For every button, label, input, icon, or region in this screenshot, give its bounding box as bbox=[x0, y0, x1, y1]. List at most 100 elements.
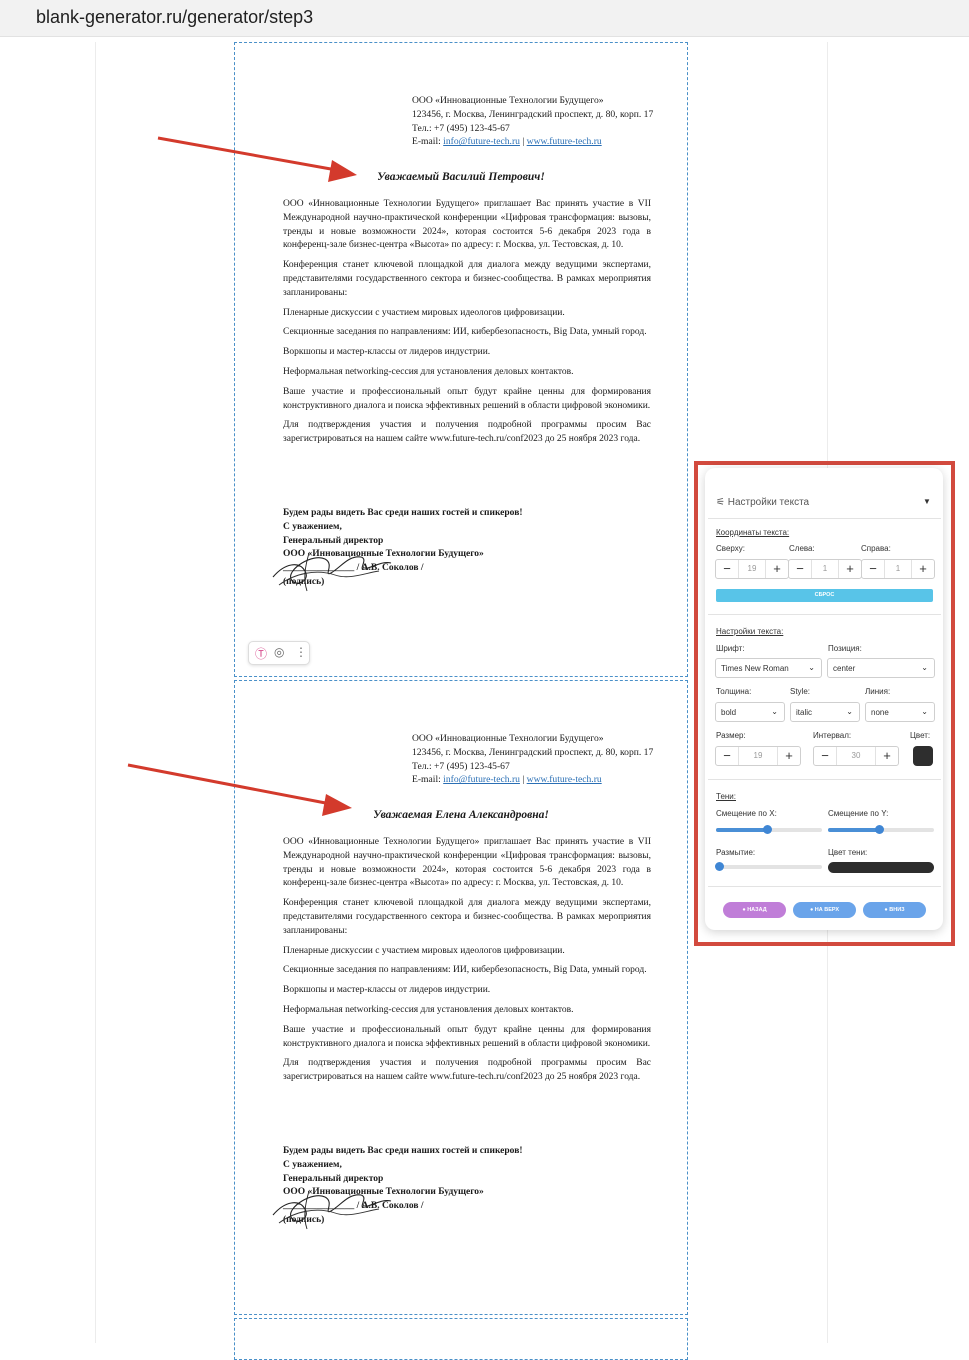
slider-handle[interactable] bbox=[763, 825, 772, 834]
blur-slider[interactable] bbox=[715, 862, 822, 871]
plus-icon[interactable]: + bbox=[876, 747, 898, 765]
greeting[interactable]: Уважаемый Василий Петрович! bbox=[235, 171, 687, 183]
interval-value[interactable]: 30 bbox=[836, 747, 876, 765]
move-up-button[interactable]: ● НА ВЕРХ bbox=[793, 902, 856, 918]
move-down-button[interactable]: ● ВНИЗ bbox=[863, 902, 926, 918]
font-select[interactable]: Times New Roman ⌄ bbox=[715, 658, 822, 678]
body-paragraph: Секционные заседания по направлениям: ИИ… bbox=[283, 965, 647, 976]
panel-title[interactable]: ⚟ Настройки текста bbox=[716, 497, 809, 508]
company-email-line: E-mail: info@future-tech.ru | www.future… bbox=[412, 135, 682, 149]
chevron-down-icon: ⌄ bbox=[846, 707, 853, 716]
minus-icon[interactable]: − bbox=[814, 747, 836, 765]
right-stepper: − 1 + bbox=[861, 559, 935, 579]
link-separator: | bbox=[519, 136, 527, 148]
signature-image bbox=[272, 1190, 392, 1230]
shadows-title: Тени: bbox=[716, 792, 736, 801]
body-paragraph: Конференция станет ключевой площадкой дл… bbox=[283, 898, 651, 936]
weight-value: bold bbox=[721, 708, 737, 717]
text-color-swatch[interactable] bbox=[913, 746, 933, 766]
letter-sheet[interactable] bbox=[234, 1318, 688, 1360]
plus-icon[interactable]: + bbox=[912, 560, 934, 578]
letter-header: ООО «Инновационные Технологии Будущего» … bbox=[412, 94, 682, 149]
more-icon[interactable]: ⋮ bbox=[295, 645, 307, 659]
chevron-down-icon: ⌄ bbox=[771, 707, 778, 716]
reset-button[interactable]: СБРОС bbox=[716, 589, 933, 602]
body-paragraph: Воркшопы и мастер-классы от лидеров инду… bbox=[283, 347, 491, 358]
down-label: ВНИЗ bbox=[889, 907, 905, 913]
back-label: НАЗАД bbox=[747, 907, 767, 913]
slider-handle[interactable] bbox=[715, 862, 724, 871]
plus-icon[interactable]: + bbox=[839, 560, 861, 578]
left-value[interactable]: 1 bbox=[811, 560, 839, 578]
top-stepper: − 19 + bbox=[715, 559, 789, 579]
blur-label: Размытие: bbox=[716, 848, 756, 857]
plus-icon[interactable]: + bbox=[766, 560, 788, 578]
text-icon[interactable]: Ⓣ bbox=[255, 645, 267, 662]
website-link[interactable]: www.future-tech.ru bbox=[527, 774, 602, 785]
letter-sheet[interactable]: ООО «Инновационные Технологии Будущего» … bbox=[234, 42, 688, 677]
size-label: Размер: bbox=[716, 731, 746, 740]
body-paragraph: Неформальная networking-сессия для устан… bbox=[283, 1004, 574, 1015]
size-value[interactable]: 19 bbox=[738, 747, 778, 765]
sliders-icon: ⚟ bbox=[716, 497, 728, 508]
minus-icon[interactable]: − bbox=[716, 747, 738, 765]
style-select[interactable]: italic ⌄ bbox=[790, 702, 860, 722]
letter-sheet[interactable]: ООО «Инновационные Технологии Будущего» … bbox=[234, 680, 688, 1315]
divider bbox=[708, 886, 941, 887]
plus-icon[interactable]: + bbox=[778, 747, 800, 765]
weight-select[interactable]: bold ⌄ bbox=[715, 702, 785, 722]
divider bbox=[708, 614, 941, 615]
text-settings-panel: ⚟ Настройки текста ▼ Координаты текста: … bbox=[705, 468, 943, 930]
email-link[interactable]: info@future-tech.ru bbox=[443, 136, 520, 147]
shift-y-slider[interactable] bbox=[828, 825, 934, 834]
slider-handle[interactable] bbox=[875, 825, 884, 834]
signature-image bbox=[272, 552, 392, 592]
minus-icon[interactable]: − bbox=[789, 560, 811, 578]
top-label: Сверху: bbox=[716, 544, 745, 553]
interval-stepper: − 30 + bbox=[813, 746, 899, 766]
body-paragraph: ООО «Инновационные Технологии Будущего» … bbox=[283, 199, 651, 251]
body-paragraph: Пленарные дискуссии с участием мировых и… bbox=[283, 945, 565, 956]
position-select[interactable]: center ⌄ bbox=[827, 658, 935, 678]
divider bbox=[708, 518, 941, 519]
body-paragraph: Секционные заседания по направлениям: ИИ… bbox=[283, 327, 647, 338]
shift-x-slider[interactable] bbox=[716, 825, 822, 834]
email-link[interactable]: info@future-tech.ru bbox=[443, 774, 520, 785]
email-label: E-mail: bbox=[412, 136, 444, 148]
company-phone: Тел.: +7 (495) 123-45-67 bbox=[412, 122, 510, 134]
line-label: Линия: bbox=[865, 687, 891, 696]
collapse-icon[interactable]: ▼ bbox=[923, 497, 931, 506]
company-email-line: E-mail: info@future-tech.ru | www.future… bbox=[412, 773, 682, 787]
chevron-down-icon: ⌄ bbox=[921, 663, 928, 672]
website-link[interactable]: www.future-tech.ru bbox=[527, 136, 602, 147]
right-label: Справа: bbox=[861, 544, 891, 553]
company-name: ООО «Инновационные Технологии Будущего» bbox=[412, 733, 604, 744]
font-value: Times New Roman bbox=[721, 664, 789, 673]
line-select[interactable]: none ⌄ bbox=[865, 702, 935, 722]
letter-header: ООО «Инновационные Технологии Будущего» … bbox=[412, 732, 682, 787]
address-bar[interactable]: blank-generator.ru/generator/step3 bbox=[0, 0, 969, 37]
body-paragraph: ООО «Инновационные Технологии Будущего» … bbox=[283, 837, 651, 889]
up-label: НА ВЕРХ bbox=[814, 907, 840, 913]
email-label: E-mail: bbox=[412, 774, 444, 786]
body-paragraph: Для подтверждения участия и получения по… bbox=[283, 1058, 651, 1083]
shift-x-label: Смещение по X: bbox=[716, 809, 777, 818]
minus-icon[interactable]: − bbox=[862, 560, 884, 578]
minus-icon[interactable]: − bbox=[716, 560, 738, 578]
shadow-color-label: Цвет тени: bbox=[828, 848, 868, 857]
url-text[interactable]: blank-generator.ru/generator/step3 bbox=[36, 7, 313, 28]
interval-label: Интервал: bbox=[813, 731, 852, 740]
chevron-down-icon: ⌄ bbox=[808, 663, 815, 672]
company-address: 123456, г. Москва, Ленинградский проспек… bbox=[412, 108, 654, 120]
position-value: center bbox=[833, 664, 856, 673]
camera-icon[interactable]: ◎ bbox=[274, 645, 284, 659]
top-value[interactable]: 19 bbox=[738, 560, 766, 578]
shadow-color-swatch[interactable] bbox=[828, 862, 934, 873]
panel-title-text: Настройки текста bbox=[727, 497, 810, 508]
font-label: Шрифт: bbox=[716, 644, 745, 653]
right-value[interactable]: 1 bbox=[884, 560, 912, 578]
greeting[interactable]: Уважаемая Елена Александровна! bbox=[235, 809, 687, 821]
back-button[interactable]: ● НАЗАД bbox=[723, 902, 786, 918]
sheet-toolbar: Ⓣ ◎ ⋮ bbox=[248, 641, 310, 665]
color-label: Цвет: bbox=[910, 731, 931, 740]
